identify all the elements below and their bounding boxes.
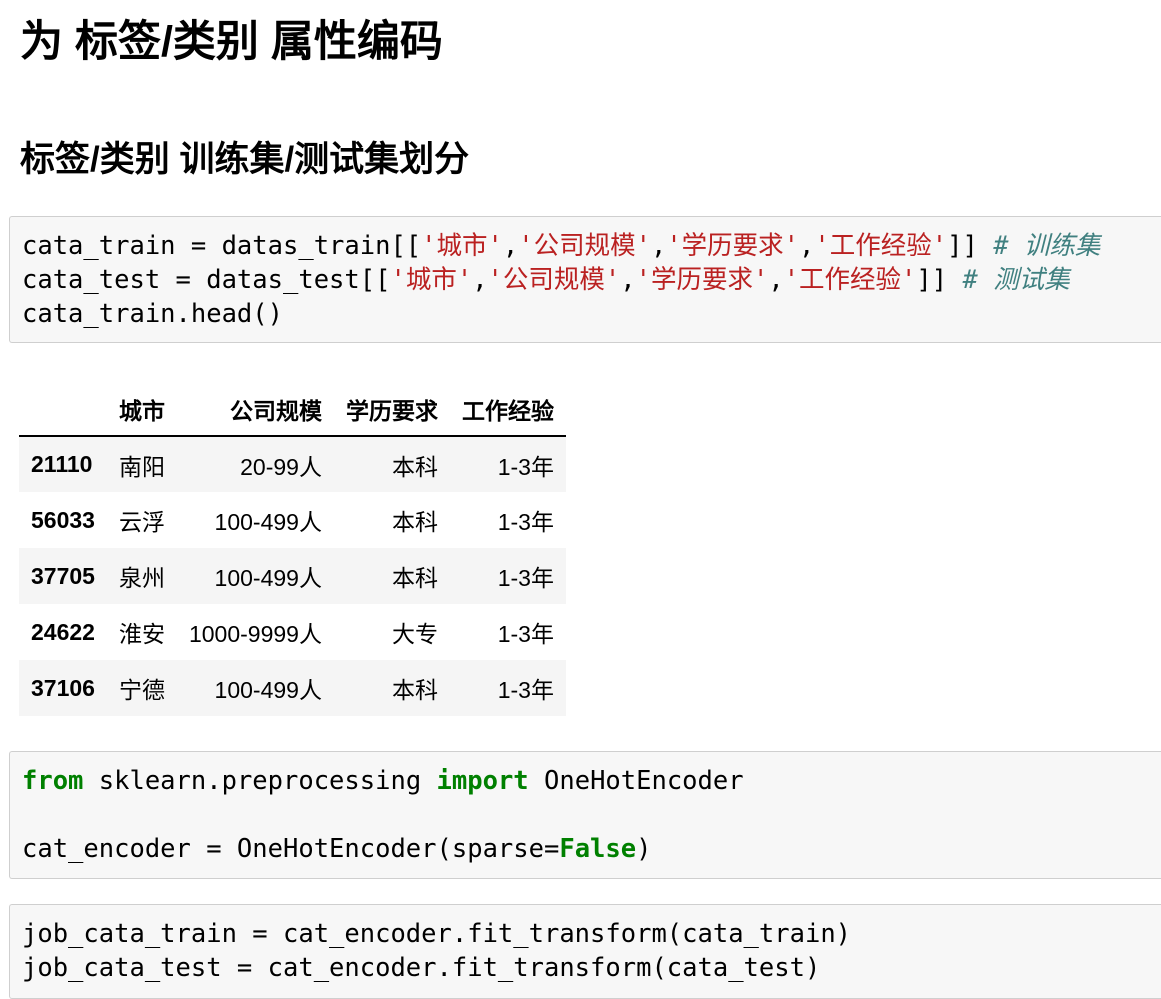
code-text: , [472,265,488,295]
code-text: ]] [947,231,994,261]
code-editor[interactable]: job_cata_train = cat_encoder.fit_transfo… [10,905,1161,985]
code-comment: # 测试集 [962,265,1070,295]
code-text: , [650,231,667,261]
table-cell: 大专 [391,621,438,647]
code-text: OneHotEncoder [528,766,744,796]
code-line-2-blank [22,798,1161,832]
table-cell: 云浮 [118,509,165,535]
table-cell: 1-3年 [497,453,554,480]
table-cell: 淮安 [118,621,165,647]
table-cell: 泉州 [118,565,165,591]
table-cell: 本科 [391,677,438,703]
row-index: 24622 [31,618,95,645]
row-index: 56033 [31,506,95,533]
keyword: False [559,834,637,864]
code-text: job_cata_test = cat_encoder.fit_transfor… [22,953,821,983]
code-line-1: cata_train = datas_train[['城市','公司规模','学… [22,229,1161,263]
column-header-index [19,382,107,437]
section-heading: 标签/类别 训练集/测试集划分 [20,140,470,179]
code-line-1: from sklearn.preprocessing import OneHot… [22,764,1161,798]
keyword: from [22,766,84,796]
table-cell: 宁德 [118,677,165,703]
code-line-2: cata_test = datas_test[['城市','公司规模','学历要… [22,263,1161,297]
column-header: 公司规模 [176,382,334,437]
string-literal: '工作经验' [783,265,917,295]
string-literal: '学历要求' [666,231,800,261]
code-comment: # 训练集 [993,231,1101,261]
table-cell: 100-499人 [214,677,322,703]
page-title: 为 标签/类别 属性编码 [20,18,443,66]
table-row: 37106 宁德 100-499人 本科 1-3年 [19,660,566,716]
code-text: , [799,231,815,261]
table-cell: 南阳 [118,453,165,480]
table-cell: 本科 [391,565,438,591]
column-header: 城市 [106,382,177,437]
keyword: import [436,766,529,796]
row-index: 21110 [31,451,93,477]
table-row: 37705 泉州 100-499人 本科 1-3年 [19,548,566,604]
table-row: 21110 南阳 20-99人 本科 1-3年 [19,436,566,492]
code-text: cat_encoder = OneHotEncoder(sparse= [22,834,560,864]
code-text: ) [636,834,652,864]
code-text: , [502,231,519,261]
code-editor[interactable]: from sklearn.preprocessing import OneHot… [10,752,1161,866]
table-cell: 100-499人 [214,509,322,535]
code-line-3: cata_train.head() [22,297,1161,331]
table-cell: 本科 [391,509,438,535]
code-cell-encoder-init[interactable]: from sklearn.preprocessing import OneHot… [9,751,1161,879]
table-row: 56033 云浮 100-499人 本科 1-3年 [19,492,566,548]
row-index: 37106 [31,674,95,701]
table-cell: 1-3年 [497,565,554,591]
table-cell: 100-499人 [214,565,322,591]
code-line-2: job_cata_test = cat_encoder.fit_transfor… [22,951,1161,985]
code-line-3: cat_encoder = OneHotEncoder(sparse=False… [22,832,1161,866]
code-text: cata_train.head() [22,299,283,329]
code-cell-fit-transform[interactable]: job_cata_train = cat_encoder.fit_transfo… [9,904,1161,999]
column-header: 工作经验 [449,382,566,437]
column-header: 学历要求 [333,382,450,437]
row-index: 37705 [31,562,95,589]
code-text: cata_test = datas_test[[ [22,265,391,295]
table-cell: 1-3年 [497,677,554,703]
code-cell-select-columns[interactable]: cata_train = datas_train[['城市','公司规模','学… [9,216,1161,343]
code-line-1: job_cata_train = cat_encoder.fit_transfo… [22,917,1161,951]
table-cell: 20-99人 [240,453,322,480]
string-literal: '工作经验' [814,231,948,261]
code-editor[interactable]: cata_train = datas_train[['城市','公司规模','学… [10,217,1161,331]
code-text: sklearn.preprocessing [83,766,437,796]
string-literal: '公司规模' [518,231,651,261]
table-header-row: 城市 公司规模 学历要求 工作经验 [19,382,566,437]
table-cell: 1-3年 [497,509,554,535]
code-text: , [768,265,784,295]
string-literal: '城市' [421,231,503,261]
string-literal: '学历要求' [635,265,769,295]
table-cell: 本科 [391,453,438,480]
table-cell: 1000-9999人 [188,621,322,647]
string-literal: '公司规模' [487,265,621,295]
table-row: 24622 淮安 1000-9999人 大专 1-3年 [19,604,566,660]
code-text: , [620,265,636,295]
dataframe-output: 城市 公司规模 学历要求 工作经验 21110 南阳 20-99人 本科 1-3… [19,382,566,716]
code-text: ]] [916,265,963,295]
code-text: cata_train = datas_train[[ [22,231,422,261]
table-cell: 1-3年 [497,621,554,647]
string-literal: '城市' [390,265,473,295]
code-text: job_cata_train = cat_encoder.fit_transfo… [22,919,852,949]
